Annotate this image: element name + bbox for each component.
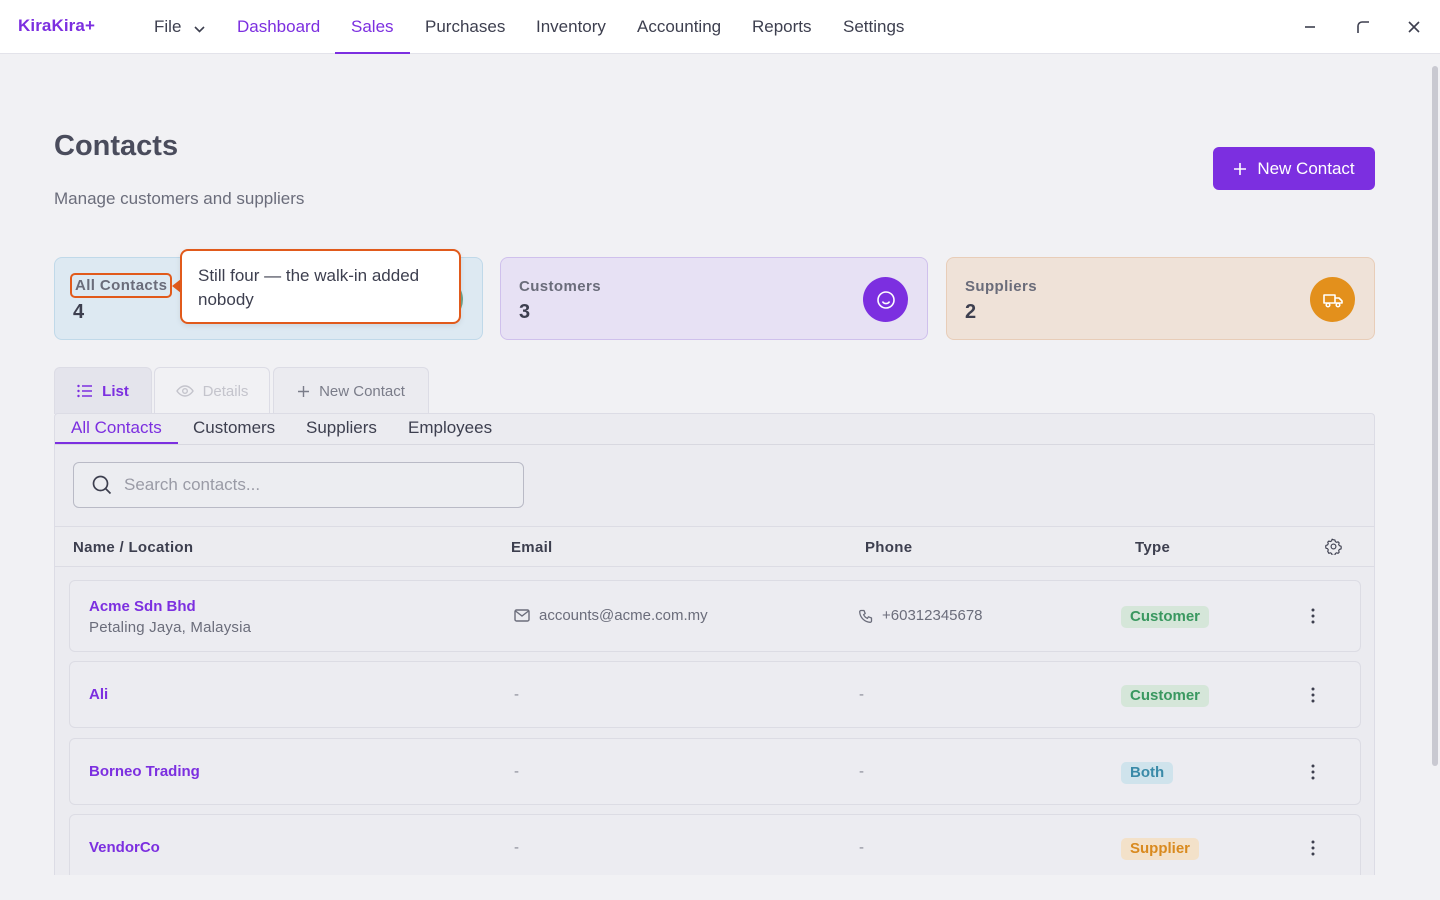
- contact-name[interactable]: Ali: [89, 686, 108, 703]
- table-row[interactable]: Ali - - Customer: [69, 661, 1361, 728]
- smile-icon: [863, 277, 908, 322]
- column-phone[interactable]: Phone: [865, 539, 912, 556]
- type-badge: Supplier: [1121, 838, 1200, 860]
- stat-value: 3: [519, 301, 531, 323]
- type-badge: Customer: [1121, 685, 1210, 707]
- app-logo: KiraKira+: [18, 16, 95, 35]
- minimize-icon: [1305, 26, 1315, 28]
- mail-icon: [514, 609, 530, 622]
- plus-icon: [1234, 162, 1247, 175]
- phone-icon: [859, 609, 873, 623]
- menu-purchases[interactable]: Purchases: [409, 0, 521, 54]
- stat-label: Customers: [519, 278, 601, 295]
- contact-phone: -: [859, 763, 864, 780]
- plus-icon: [298, 385, 310, 397]
- page-title: Contacts: [54, 130, 179, 162]
- subtab-customers[interactable]: Customers: [177, 414, 291, 444]
- page-scrollbar[interactable]: [1429, 54, 1440, 900]
- contact-location: Petaling Jaya, Malaysia: [89, 619, 252, 636]
- gear-icon[interactable]: [1325, 538, 1342, 560]
- contact-name[interactable]: Borneo Trading: [89, 763, 200, 780]
- eye-icon: [175, 385, 194, 397]
- new-contact-button[interactable]: New Contact: [1213, 147, 1375, 190]
- restore-button[interactable]: [1350, 14, 1376, 40]
- column-email[interactable]: Email: [511, 539, 553, 556]
- search-input[interactable]: [124, 475, 504, 495]
- more-options-icon[interactable]: [1307, 686, 1319, 704]
- tab-list-label: List: [102, 382, 129, 400]
- column-name-location[interactable]: Name / Location: [73, 539, 193, 556]
- table-row[interactable]: VendorCo - - Supplier: [69, 814, 1361, 875]
- truck-icon: [1310, 277, 1355, 322]
- tab-new-contact-label: New Contact: [319, 382, 405, 400]
- menu-dashboard[interactable]: Dashboard: [221, 0, 336, 54]
- stat-value: 2: [965, 301, 977, 323]
- chevron-down-icon: [194, 1, 205, 54]
- stat-label: All Contacts: [70, 273, 173, 298]
- tab-details[interactable]: Details: [154, 367, 270, 414]
- contact-email-text: accounts@acme.com.my: [539, 607, 708, 624]
- contact-name[interactable]: VendorCo: [89, 839, 160, 856]
- more-options-icon[interactable]: [1307, 763, 1319, 781]
- subtab-employees[interactable]: Employees: [392, 414, 508, 444]
- minimize-button[interactable]: [1297, 14, 1323, 40]
- contact-phone: -: [859, 686, 864, 703]
- contact-email: -: [514, 763, 519, 780]
- stat-value: 4: [73, 301, 85, 323]
- type-badge: Both: [1121, 762, 1174, 784]
- top-bar: KiraKira+ File Dashboard Sales Purchases…: [0, 0, 1440, 54]
- scrollbar-thumb[interactable]: [1432, 66, 1438, 766]
- stat-card-customers[interactable]: Customers 3: [500, 257, 928, 340]
- column-type[interactable]: Type: [1135, 539, 1170, 556]
- tab-details-label: Details: [202, 382, 249, 400]
- stat-label: Suppliers: [965, 278, 1037, 295]
- contact-email: -: [514, 686, 519, 703]
- contact-name[interactable]: Acme Sdn Bhd: [89, 598, 196, 615]
- menu-file[interactable]: File: [138, 0, 221, 54]
- contacts-panel: All Contacts Customers Suppliers Employe…: [54, 413, 1375, 875]
- contact-phone: +60312345678: [859, 607, 983, 624]
- new-contact-button-label: New Contact: [1257, 158, 1355, 178]
- annotation-callout: Still four — the walk-in added nobody: [180, 249, 461, 324]
- contact-email: accounts@acme.com.my: [514, 607, 708, 624]
- contact-phone-text: +60312345678: [882, 607, 983, 624]
- menu-sales[interactable]: Sales: [335, 0, 410, 54]
- contact-filter-tabs: All Contacts Customers Suppliers Employe…: [55, 414, 1374, 445]
- table-row[interactable]: Acme Sdn Bhd Petaling Jaya, Malaysia acc…: [69, 580, 1361, 652]
- menu-settings[interactable]: Settings: [827, 0, 920, 54]
- contact-phone: -: [859, 839, 864, 856]
- restore-icon: [1357, 21, 1369, 33]
- subtab-suppliers[interactable]: Suppliers: [290, 414, 393, 444]
- search-icon: [92, 475, 112, 495]
- menu-accounting[interactable]: Accounting: [621, 0, 737, 54]
- contact-email: -: [514, 839, 519, 856]
- more-options-icon[interactable]: [1307, 839, 1319, 857]
- tab-new-contact[interactable]: New Contact: [273, 367, 429, 414]
- menu-reports[interactable]: Reports: [736, 0, 828, 54]
- subtab-all-contacts[interactable]: All Contacts: [55, 414, 178, 444]
- search-box[interactable]: [73, 462, 524, 508]
- close-icon: [1408, 21, 1420, 33]
- tab-list[interactable]: List: [54, 367, 152, 414]
- type-badge: Customer: [1121, 606, 1210, 628]
- page-subtitle: Manage customers and suppliers: [54, 189, 305, 208]
- menu-file-label: File: [154, 17, 182, 36]
- table-header: Name / Location Email Phone Type: [55, 526, 1374, 567]
- close-button[interactable]: [1401, 14, 1427, 40]
- more-options-icon[interactable]: [1307, 607, 1319, 625]
- table-row[interactable]: Borneo Trading - - Both: [69, 738, 1361, 805]
- menu-inventory[interactable]: Inventory: [520, 0, 622, 54]
- list-icon: [77, 384, 93, 398]
- stat-card-suppliers[interactable]: Suppliers 2: [946, 257, 1375, 340]
